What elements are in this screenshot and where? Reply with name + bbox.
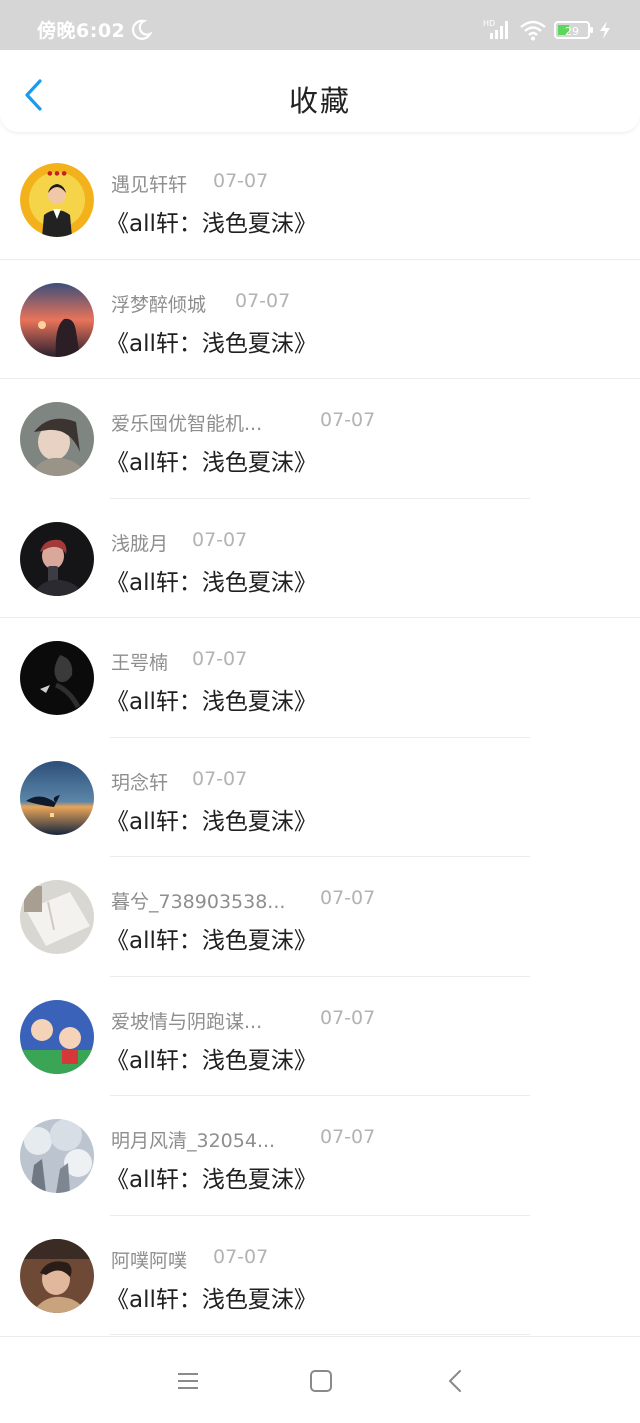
item-title[interactable]: 《all轩：浅色夏沫》 [106, 682, 317, 716]
item-title[interactable]: 《all轩：浅色夏沫》 [106, 1280, 317, 1314]
user-name: 明月风清_32054... [111, 1130, 276, 1152]
status-bar: 傍晚6:02 HD 29 [0, 0, 640, 50]
user-name: 暮兮_738903538... [111, 891, 286, 913]
moon-icon [132, 19, 152, 40]
svg-text:HD: HD [483, 19, 495, 28]
item-date: 07-07 [192, 528, 248, 551]
avatar[interactable] [20, 521, 94, 596]
system-nav-bar [0, 1336, 640, 1423]
list-item[interactable]: 浅胧月 07-07 《all轩：浅色夏沫》 [0, 499, 640, 619]
user-name: 爱坡情与阴跑谋... [111, 1010, 263, 1033]
item-date: 07-07 [320, 409, 376, 431]
list-item[interactable]: 阿噗阿噗 07-07 《all轩：浅色夏沫》 [0, 1216, 640, 1336]
avatar[interactable] [20, 282, 94, 357]
charging-bolt-icon [600, 21, 610, 39]
item-title[interactable]: 《all轩：浅色夏沫》 [106, 1160, 317, 1194]
item-date: 07-07 [192, 648, 248, 670]
menu-icon [178, 1373, 198, 1389]
header: 收藏 [0, 50, 640, 132]
item-date: 07-07 [213, 170, 269, 192]
item-date: 07-07 [320, 1006, 376, 1029]
system-back-button[interactable] [442, 1367, 470, 1395]
user-name: 爱乐囤优智能机... [111, 413, 263, 435]
list-item[interactable]: 暮兮_738903538... 07-07 《all轩：浅色夏沫》 [0, 857, 640, 977]
wifi-icon [520, 20, 546, 41]
list-item[interactable]: 爱坡情与阴跑谋... 07-07 《all轩：浅色夏沫》 [0, 977, 640, 1097]
item-title[interactable]: 《all轩：浅色夏沫》 [106, 324, 317, 358]
favorites-list: ● ● ● 遇见轩轩 07-07 《all轩：浅色夏沫》 浮梦醉倾城 07-07… [0, 140, 640, 1335]
avatar[interactable] [20, 402, 94, 476]
item-title[interactable]: 《all轩：浅色夏沫》 [106, 802, 317, 836]
svg-text:29: 29 [565, 25, 579, 38]
square-icon [310, 1370, 332, 1392]
status-time: 傍晚6:02 [37, 20, 126, 42]
page-title: 收藏 [288, 84, 351, 118]
item-title[interactable]: 《all轩：浅色夏沫》 [106, 563, 317, 597]
item-title[interactable]: 《all轩：浅色夏沫》 [106, 443, 317, 477]
item-title[interactable]: 《all轩：浅色夏沫》 [106, 1041, 317, 1075]
list-item[interactable]: 爱乐囤优智能机... 07-07 《all轩：浅色夏沫》 [0, 379, 640, 499]
avatar[interactable] [20, 641, 94, 715]
item-date: 07-07 [192, 767, 248, 790]
avatar[interactable]: ● ● ● [20, 163, 94, 237]
home-button[interactable] [307, 1367, 335, 1395]
list-item[interactable]: 玥念轩 07-07 《all轩：浅色夏沫》 [0, 738, 640, 858]
chevron-left-icon [449, 1370, 461, 1392]
battery-icon: 29 [554, 20, 594, 40]
list-item[interactable]: 明月风清_32054... 07-07 《all轩：浅色夏沫》 [0, 1096, 640, 1216]
avatar[interactable] [20, 999, 94, 1074]
avatar[interactable] [20, 1119, 94, 1193]
avatar[interactable] [20, 1238, 94, 1313]
list-item[interactable]: ● ● ● 遇见轩轩 07-07 《all轩：浅色夏沫》 [0, 140, 640, 260]
avatar[interactable] [20, 880, 94, 954]
item-date: 07-07 [235, 289, 291, 312]
svg-text:● ● ●: ● ● ● [47, 170, 67, 177]
item-date: 07-07 [213, 1245, 269, 1268]
list-item[interactable]: 浮梦醉倾城 07-07 《all轩：浅色夏沫》 [0, 260, 640, 380]
list-item[interactable]: 王咢楠 07-07 《all轩：浅色夏沫》 [0, 618, 640, 738]
hd-signal-icon: HD [483, 19, 508, 39]
item-date: 07-07 [320, 887, 376, 909]
recent-apps-button[interactable] [174, 1367, 202, 1395]
avatar[interactable] [20, 760, 94, 835]
item-title[interactable]: 《all轩：浅色夏沫》 [106, 921, 317, 955]
item-date: 07-07 [320, 1126, 376, 1148]
item-title[interactable]: 《all轩：浅色夏沫》 [106, 204, 317, 238]
